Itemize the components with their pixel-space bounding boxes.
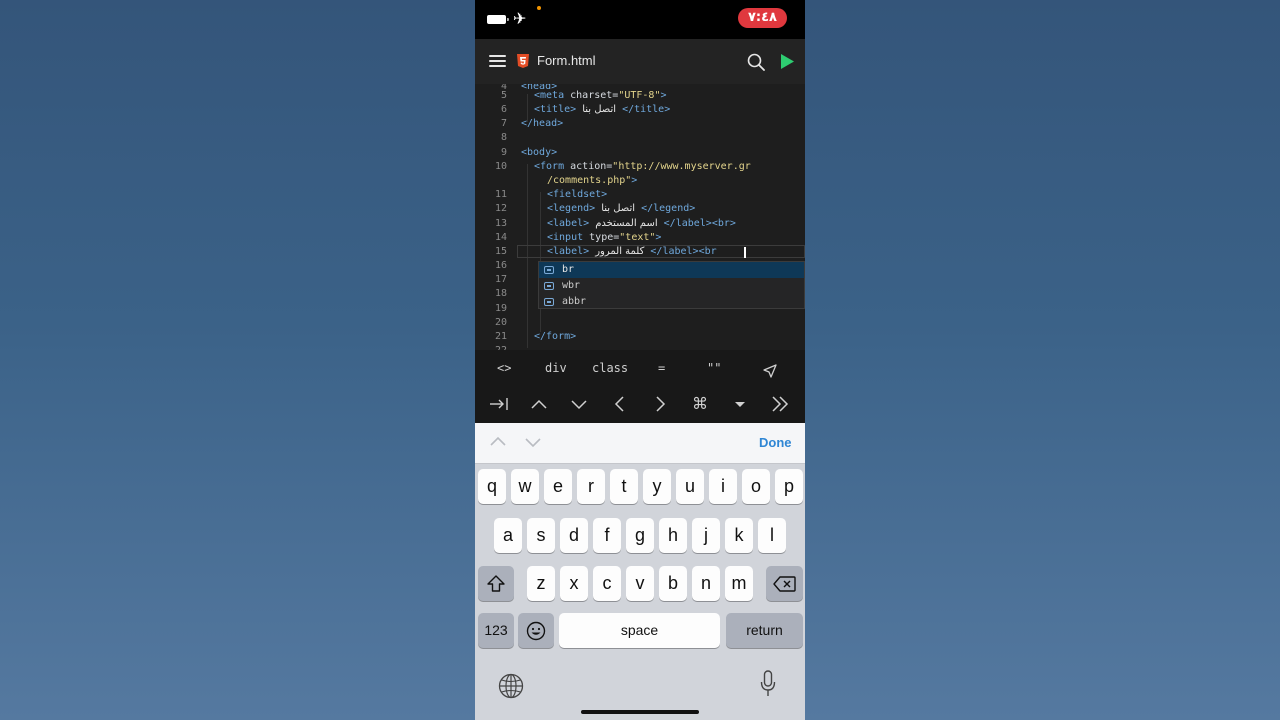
key-m[interactable]: m xyxy=(725,566,753,601)
tag-snippet-icon xyxy=(544,298,554,306)
key-t[interactable]: t xyxy=(610,469,638,504)
code-line: 7 </head> xyxy=(500,118,564,129)
code-line-current: 15 <label> كلمة المرور </label><br xyxy=(494,246,717,257)
double-chevron-right-icon[interactable] xyxy=(769,393,791,415)
key-c[interactable]: c xyxy=(593,566,621,601)
snippet-class[interactable]: class xyxy=(592,361,628,375)
key-l[interactable]: l xyxy=(758,518,786,553)
backspace-icon xyxy=(773,576,796,592)
battery-icon xyxy=(487,15,509,24)
shift-arrow-icon xyxy=(487,575,505,592)
editor-key-bar: ⌘ xyxy=(475,386,805,423)
code-line: 13 <label> اسم المستخدم </label><br> xyxy=(494,218,736,229)
tag-snippet-icon xyxy=(544,282,554,290)
key-s[interactable]: s xyxy=(527,518,555,553)
key-a[interactable]: a xyxy=(494,518,522,553)
autocomplete-item-br[interactable]: br xyxy=(539,262,804,278)
key-g[interactable]: g xyxy=(626,518,654,553)
key-u[interactable]: u xyxy=(676,469,704,504)
command-key-icon[interactable]: ⌘ xyxy=(688,393,712,415)
globe-icon[interactable] xyxy=(498,673,524,699)
numbers-key[interactable]: 123 xyxy=(478,613,514,648)
status-time: ٧:٤٨ xyxy=(738,8,787,28)
file-name-title[interactable]: Form.html xyxy=(537,53,596,69)
autocomplete-item-wbr[interactable]: wbr xyxy=(539,278,804,294)
code-line: 10 <form action="http://www.myserver.gr xyxy=(494,161,751,172)
key-i[interactable]: i xyxy=(709,469,737,504)
run-play-icon[interactable] xyxy=(781,54,794,69)
next-field-icon[interactable] xyxy=(523,432,543,452)
code-line-wrapped: /comments.php"> xyxy=(547,175,638,186)
key-w[interactable]: w xyxy=(511,469,539,504)
key-x[interactable]: x xyxy=(560,566,588,601)
key-f[interactable]: f xyxy=(593,518,621,553)
code-line: 14 <input type="text"> xyxy=(494,232,662,243)
key-k[interactable]: k xyxy=(725,518,753,553)
text-caret xyxy=(744,247,746,258)
key-v[interactable]: v xyxy=(626,566,654,601)
done-button[interactable]: Done xyxy=(759,435,792,451)
app-header: Form.html xyxy=(475,39,805,85)
backspace-key[interactable] xyxy=(766,566,803,601)
html5-file-icon xyxy=(517,54,529,68)
code-line: 12 <legend> اتصل بنا </legend> xyxy=(494,203,696,214)
arrow-up-icon[interactable] xyxy=(528,393,550,415)
home-indicator[interactable] xyxy=(581,710,699,714)
key-y[interactable]: y xyxy=(643,469,671,504)
dropdown-triangle-icon[interactable] xyxy=(730,393,750,415)
shift-key[interactable] xyxy=(478,566,514,601)
arrow-right-icon[interactable] xyxy=(649,393,671,415)
emoji-icon xyxy=(526,621,546,641)
key-e[interactable]: e xyxy=(544,469,572,504)
cursor-tool-icon[interactable] xyxy=(763,364,777,378)
arrow-down-icon[interactable] xyxy=(568,393,590,415)
code-line: 11 <fieldset> xyxy=(494,189,608,200)
key-o[interactable]: o xyxy=(742,469,770,504)
code-line: 9 <body> xyxy=(500,147,558,158)
tag-snippet-icon xyxy=(544,266,554,274)
snippet-tag-brackets[interactable]: <> xyxy=(497,361,511,375)
indicator-dot xyxy=(537,6,541,10)
snippet-equals[interactable]: = xyxy=(658,361,665,375)
phone-screen: ✈ ٧:٤٨ Form.html 4 <head> 5 <meta charse… xyxy=(475,0,805,720)
autocomplete-popup: br wbr abbr xyxy=(538,261,805,309)
key-p[interactable]: p xyxy=(775,469,803,504)
code-line: 8 xyxy=(500,132,507,143)
key-q[interactable]: q xyxy=(478,469,506,504)
code-line: 20 xyxy=(494,317,507,328)
key-n[interactable]: n xyxy=(692,566,720,601)
tab-key-icon[interactable] xyxy=(488,393,510,415)
status-bar: ✈ ٧:٤٨ xyxy=(475,0,805,39)
key-r[interactable]: r xyxy=(577,469,605,504)
snippet-quotes[interactable]: "" xyxy=(707,361,721,375)
arrow-left-icon[interactable] xyxy=(609,393,631,415)
code-line: 6 <title> اتصل بنا </title> xyxy=(500,104,671,115)
search-icon[interactable] xyxy=(747,53,765,71)
microphone-icon[interactable] xyxy=(760,670,776,698)
ios-keyboard: Done q w e r t y u i o p a s d f g h j k… xyxy=(475,423,805,720)
key-j[interactable]: j xyxy=(692,518,720,553)
snippet-bar: <> div class = "" xyxy=(475,350,805,386)
emoji-key[interactable] xyxy=(518,613,554,648)
key-z[interactable]: z xyxy=(527,566,555,601)
snippet-div[interactable]: div xyxy=(545,361,567,375)
return-key[interactable]: return xyxy=(726,613,803,648)
key-b[interactable]: b xyxy=(659,566,687,601)
autocomplete-item-abbr[interactable]: abbr xyxy=(539,294,804,310)
key-h[interactable]: h xyxy=(659,518,687,553)
space-key[interactable]: space xyxy=(559,613,720,648)
keyboard-toolbar: Done xyxy=(475,423,805,464)
airplane-mode-icon: ✈ xyxy=(513,9,527,28)
code-editor[interactable]: 4 <head> 5 <meta charset="UTF-8"> 6 <tit… xyxy=(475,84,805,350)
hamburger-menu-icon[interactable] xyxy=(489,55,506,68)
previous-field-icon[interactable] xyxy=(488,432,508,452)
code-line: 5 <meta charset="UTF-8"> xyxy=(500,90,667,101)
key-d[interactable]: d xyxy=(560,518,588,553)
code-line: 21 </form> xyxy=(494,331,577,342)
